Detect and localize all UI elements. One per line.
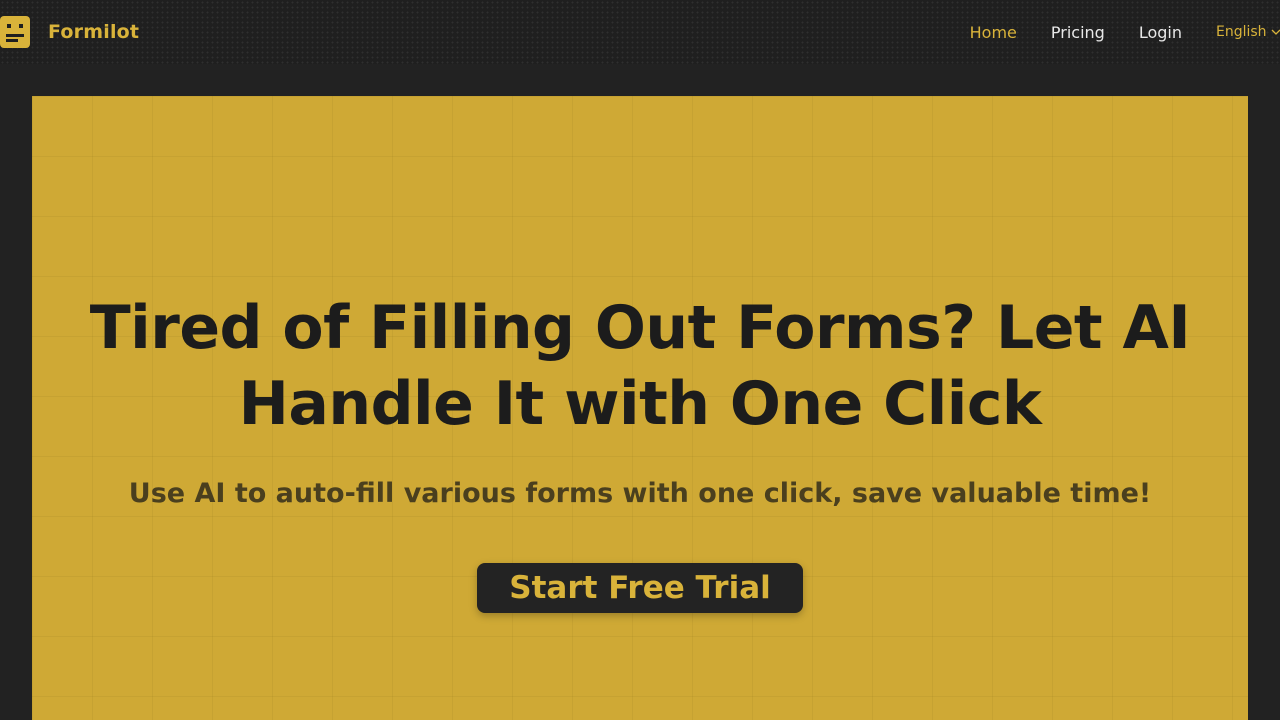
nav-login-link[interactable]: Login [1139,23,1182,42]
language-selector[interactable]: English [1216,24,1280,40]
hero-subheadline: Use AI to auto-fill various forms with o… [128,478,1152,509]
headline-line-1: Tired of Filling Out Forms? Let AI [89,293,1191,363]
start-free-trial-button[interactable]: Start Free Trial [477,563,803,613]
nav-pricing-link[interactable]: Pricing [1051,23,1105,42]
nav-home-link[interactable]: Home [970,23,1017,42]
nav-links: Home Pricing Login English [970,0,1280,64]
brand[interactable]: Formilot [0,14,139,50]
language-label: English [1216,24,1267,40]
hero-section: Tired of Filling Out Forms? Let AI Handl… [32,96,1248,720]
top-navbar: Formilot Home Pricing Login English [0,0,1280,64]
hero-headline: Tired of Filling Out Forms? Let AI Handl… [32,290,1248,442]
chevron-down-icon [1271,29,1280,35]
form-face-icon [0,16,30,48]
brand-name: Formilot [48,21,140,43]
headline-line-2: Handle It with One Click [238,369,1042,439]
